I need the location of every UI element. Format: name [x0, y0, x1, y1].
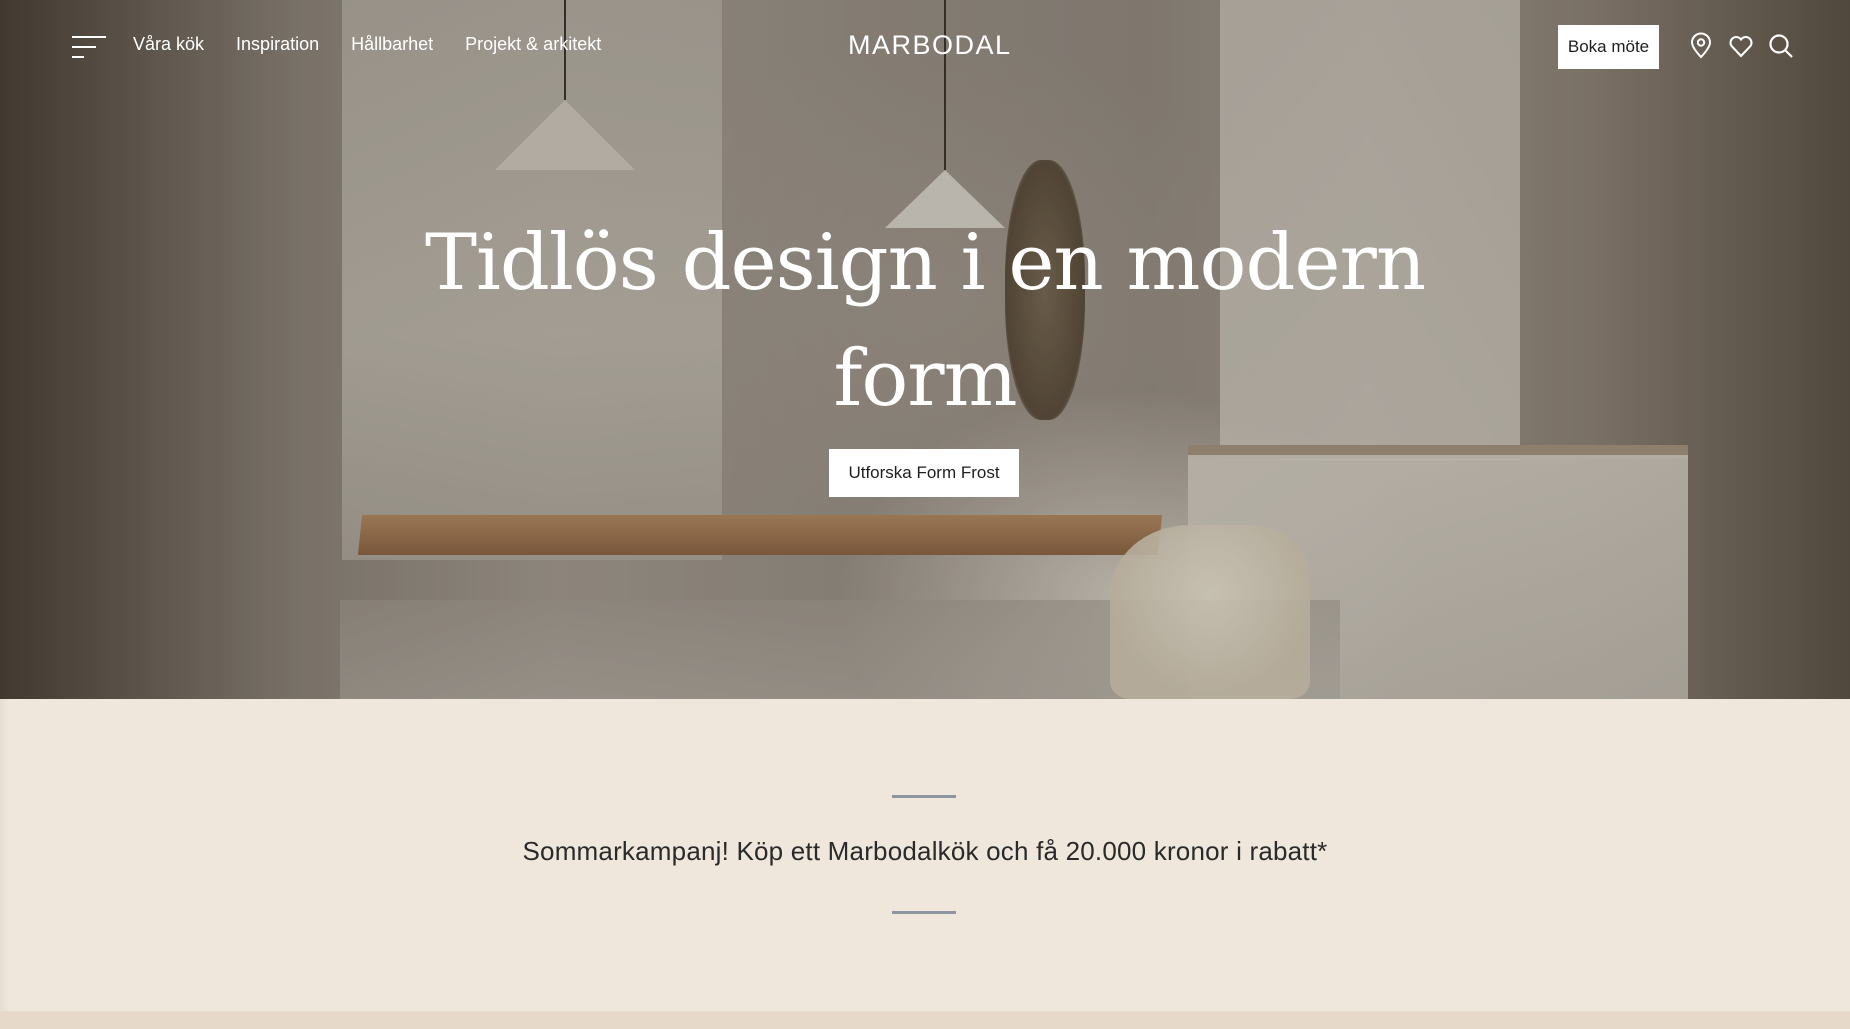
nav-link-hallbarhet[interactable]: Hållbarhet — [351, 34, 433, 55]
promo-divider-bottom — [892, 911, 956, 914]
heart-icon[interactable] — [1727, 32, 1755, 60]
book-meeting-button[interactable]: Boka möte — [1558, 25, 1659, 69]
hero-title: Tidlös design i en modern form — [420, 205, 1430, 437]
promo-text[interactable]: Sommarkampanj! Köp ett Marbodalkök och f… — [0, 836, 1850, 867]
nav-link-vara-kok[interactable]: Våra kök — [133, 34, 204, 55]
hamburger-menu-icon[interactable] — [72, 34, 106, 60]
hero-title-line2: form — [833, 334, 1017, 424]
search-icon[interactable] — [1767, 32, 1795, 60]
promo-divider-top — [892, 795, 956, 798]
location-pin-icon[interactable] — [1687, 32, 1715, 60]
top-nav: Våra kök Inspiration Hållbarhet Projekt … — [0, 0, 1850, 94]
brand-logo[interactable]: MARBODAL — [848, 30, 1010, 61]
promo-section: Sommarkampanj! Köp ett Marbodalkök och f… — [0, 699, 1850, 1011]
explore-form-frost-button[interactable]: Utforska Form Frost — [829, 449, 1019, 497]
section-divider-band — [0, 1011, 1850, 1029]
nav-link-inspiration[interactable]: Inspiration — [236, 34, 319, 55]
hero-title-line1: Tidlös design i en modern — [424, 218, 1426, 308]
nav-links: Våra kök Inspiration Hållbarhet Projekt … — [133, 34, 601, 55]
nav-link-projekt-arkitekt[interactable]: Projekt & arkitekt — [465, 34, 601, 55]
